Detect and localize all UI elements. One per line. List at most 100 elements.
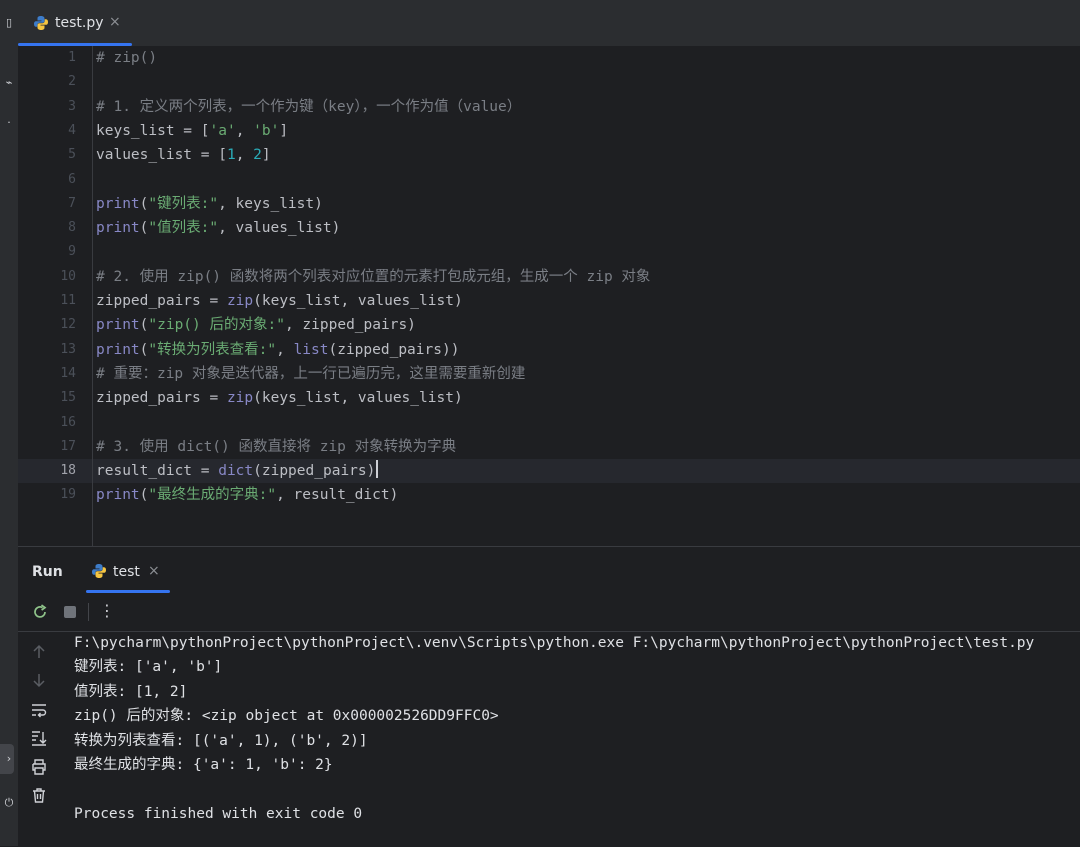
close-icon[interactable]: × <box>109 14 121 30</box>
code-token: print <box>96 220 140 237</box>
code-line[interactable]: # 3. 使用 dict() 函数直接将 zip 对象转换为字典 <box>96 435 456 459</box>
code-token: (keys_list, values_list) <box>253 293 463 309</box>
code-token: , keys_list) <box>218 195 323 212</box>
line-number-gutter: 1 2 3 4 5 6 7 8 9 10 11 12 13 14 15 16 17 18 19 <box>18 46 76 546</box>
stop-icon[interactable] <box>61 603 79 621</box>
editor-tab-label: test.py <box>55 15 104 31</box>
code-editor[interactable]: 1 2 3 4 5 6 7 8 9 10 11 12 13 14 15 16 17 18 19 # zip() # 1… <box>18 46 1080 546</box>
editor-tab-bar: test.py × <box>18 0 1080 47</box>
scroll-down-icon[interactable] <box>30 671 48 689</box>
code-line[interactable]: # 重要：zip 对象是迭代器，上一行已遍历完，这里需要重新创建 <box>96 362 525 386</box>
line-number: 10 <box>60 268 76 284</box>
code-token: 'b' <box>253 122 280 139</box>
console-line: 值列表: [1, 2] <box>74 683 188 700</box>
code-token: # 2. 使用 zip() 函数将两个列表对应位置的元素打包成元组，生成一个 z… <box>96 268 651 285</box>
console-line: F:\pycharm\pythonProject\pythonProject\.… <box>74 635 1035 651</box>
code-token: print <box>96 195 140 212</box>
code-line[interactable]: # zip() <box>96 46 157 70</box>
code-line[interactable]: print("zip() 后的对象:", zipped_pairs) <box>96 313 416 337</box>
code-token: keys_list = [ <box>96 122 210 139</box>
code-line[interactable]: zipped_pairs = zip(keys_list, values_lis… <box>96 386 463 410</box>
code-token: "键列表:" <box>148 195 219 212</box>
print-icon[interactable] <box>30 758 48 776</box>
code-token: zipped_pairs = <box>96 390 227 407</box>
trash-icon[interactable] <box>30 786 48 804</box>
code-token: # 重要：zip 对象是迭代器，上一行已遍历完，这里需要重新创建 <box>96 365 526 382</box>
code-line[interactable]: print("值列表:", values_list) <box>96 216 340 240</box>
line-number: 16 <box>60 414 76 430</box>
code-token: zip <box>226 293 254 309</box>
run-panel-title: Run <box>32 564 63 580</box>
code-token: zip <box>226 390 254 407</box>
line-number: 14 <box>60 365 76 381</box>
console-line: zip() 后的对象: <zip object at 0x000002526DD… <box>74 708 499 725</box>
line-number: 17 <box>60 438 76 454</box>
line-number: 4 <box>68 122 76 138</box>
line-number: 19 <box>60 487 76 503</box>
code-token: print <box>96 317 140 334</box>
line-number: 3 <box>68 98 76 114</box>
code-line[interactable]: zipped_pairs = zip(keys_list, values_lis… <box>96 289 463 313</box>
line-number: 11 <box>60 293 76 308</box>
code-token: values_list = [ <box>96 147 227 164</box>
code-token: print <box>96 487 140 504</box>
code-token: , result_dict) <box>276 487 399 504</box>
code-line[interactable]: values_list = [1, 2] <box>96 143 271 167</box>
console-line: 键列表: ['a', 'b'] <box>74 659 223 676</box>
close-icon[interactable]: × <box>148 563 160 579</box>
code-token: # zip() <box>96 50 158 66</box>
code-token: print <box>96 341 140 358</box>
python-file-icon <box>34 16 48 30</box>
code-token: "转换为列表查看:" <box>148 341 277 358</box>
line-number: 6 <box>68 171 76 187</box>
structure-icon[interactable]: ⌁ <box>2 76 16 90</box>
line-number: 9 <box>68 244 76 260</box>
code-token: "最终生成的字典:" <box>148 487 277 504</box>
soft-wrap-icon[interactable] <box>30 701 48 719</box>
line-number: 5 <box>68 147 76 163</box>
run-panel-header: Run test × <box>18 547 1080 593</box>
code-token: (zipped_pairs)) <box>328 341 460 358</box>
code-token: , <box>235 122 254 139</box>
project-icon[interactable]: ▯ <box>2 16 16 30</box>
code-token: (zipped_pairs) <box>253 463 376 480</box>
indent-guide <box>92 46 93 546</box>
run-tool-window: Run test × ⋮ F:\pycharm\pythonProject\py… <box>18 546 1080 847</box>
line-number: 2 <box>68 74 76 90</box>
scroll-to-end-icon[interactable] <box>30 729 48 747</box>
line-number: 13 <box>60 341 76 357</box>
run-toolbar: ⋮ <box>18 593 1080 632</box>
code-line[interactable]: print("转换为列表查看:", list(zipped_pairs)) <box>96 338 459 362</box>
code-line[interactable]: print("键列表:", keys_list) <box>96 192 323 216</box>
scroll-up-icon[interactable] <box>30 643 48 661</box>
code-token: ] <box>261 147 271 164</box>
code-line[interactable]: result_dict = dict(zipped_pairs) <box>96 459 379 483</box>
code-line[interactable]: print("最终生成的字典:", result_dict) <box>96 483 398 507</box>
code-token: dict <box>218 463 254 480</box>
line-number: 12 <box>60 317 76 333</box>
code-token: , <box>235 147 254 164</box>
code-line[interactable]: keys_list = ['a', 'b'] <box>96 119 288 143</box>
code-line[interactable]: # 2. 使用 zip() 函数将两个列表对应位置的元素打包成元组，生成一个 z… <box>96 265 650 289</box>
rerun-icon[interactable] <box>31 603 49 621</box>
code-token: "值列表:" <box>148 220 219 237</box>
code-token: "zip() 后的对象:" <box>148 317 285 334</box>
code-token: # 3. 使用 dict() 函数直接将 zip 对象转换为字典 <box>96 438 457 455</box>
code-line[interactable]: # 1. 定义两个列表，一个作为键（key），一个作为值（value） <box>96 95 521 119</box>
console-line: 转换为列表查看: [('a', 1), ('b', 2)] <box>74 732 368 749</box>
console-side-toolbar <box>18 631 64 847</box>
run-tab-test[interactable]: test × <box>86 547 170 593</box>
python-file-icon <box>92 564 106 578</box>
more-tools-icon[interactable]: · <box>2 116 16 130</box>
code-token: (keys_list, values_list) <box>253 390 463 407</box>
code-token: , values_list) <box>218 220 341 237</box>
editor-tab-test-py[interactable]: test.py × <box>18 0 132 46</box>
toolbar-separator <box>88 603 89 621</box>
more-icon[interactable]: ⋮ <box>98 602 116 620</box>
run-tab-label: test <box>113 564 140 580</box>
code-token: 2 <box>253 147 262 164</box>
run-tool-icon[interactable]: › <box>2 752 16 766</box>
left-tool-strip: ▯ ⌁ · › ⏻ <box>0 0 19 846</box>
line-number: 8 <box>68 220 76 236</box>
services-icon[interactable]: ⏻ <box>2 796 16 810</box>
